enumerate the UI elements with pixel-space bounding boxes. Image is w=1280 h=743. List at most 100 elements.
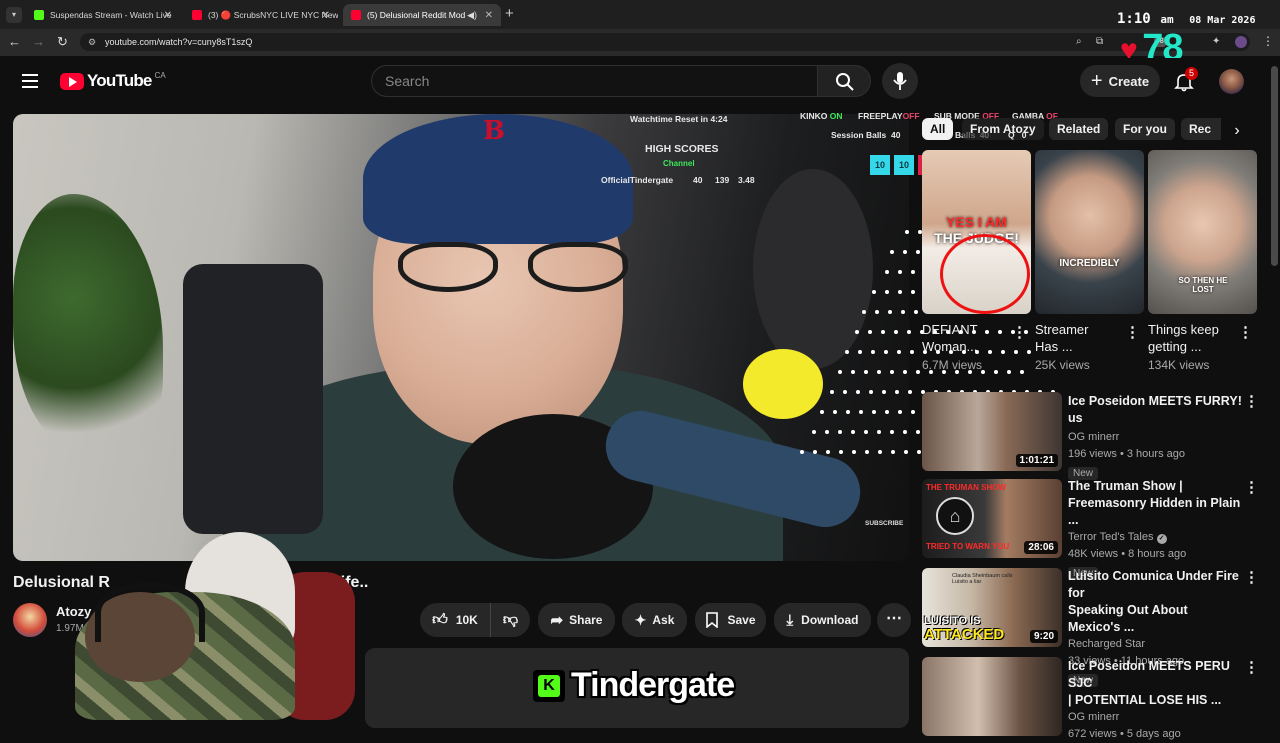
reload-icon[interactable]: ↻ — [57, 34, 68, 50]
filter-chip-all[interactable]: All — [922, 118, 954, 140]
notifications-button[interactable]: 5 — [1172, 67, 1199, 94]
decorative-dot — [897, 350, 901, 354]
related-title-line2: Speaking Out About Mexico's ... — [1068, 603, 1188, 634]
score-box: 10 — [894, 155, 914, 175]
close-tab-icon[interactable]: ✕ — [485, 10, 493, 21]
microphone-icon — [893, 72, 907, 90]
decorative-dot — [851, 370, 855, 374]
short-title[interactable]: DEFIANT Woman... 6.7M views — [922, 321, 1012, 374]
short-more-icon[interactable]: ⋮ — [1238, 325, 1253, 340]
short-thumbnail[interactable]: SO THEN HE LOST — [1148, 150, 1257, 314]
like-button[interactable]: 👍︎ 10K — [420, 603, 490, 637]
decorative-dot — [872, 290, 876, 294]
related-more-icon[interactable]: ⋮ — [1244, 394, 1259, 409]
save-button[interactable]: Save — [695, 603, 766, 637]
create-label: Create — [1108, 73, 1150, 89]
short-thumbnail[interactable]: YES I AM THE JUDGE! — [922, 150, 1031, 314]
profile-avatar-small[interactable] — [1235, 36, 1247, 48]
tab-title: Suspendas Stream - Watch Live — [50, 10, 172, 20]
decorative-dot — [825, 430, 829, 434]
short-more-icon[interactable]: ⋮ — [1125, 325, 1140, 340]
short-title[interactable]: Things keep getting ... 134K views — [1148, 321, 1238, 374]
zoom-icon[interactable]: ⌕ — [1076, 33, 1082, 51]
decorative-dot — [905, 230, 909, 234]
decorative-dot — [871, 350, 875, 354]
search-icon — [836, 73, 854, 91]
browser-tab-scrubs[interactable]: (3) 🔴 ScrubsNYC LIVE NYC New ✕ — [184, 4, 338, 26]
video-player[interactable]: B SUBSCRIBE — [13, 114, 909, 561]
forward-arrow-icon[interactable]: → — [32, 34, 45, 49]
extension-puzzle-icon[interactable]: ✦ — [1212, 33, 1220, 51]
more-actions-button[interactable]: ⋯ — [877, 603, 911, 637]
watchtime-reset: Watchtime Reset in 4:24 — [630, 114, 728, 124]
channel-avatar[interactable] — [13, 603, 47, 637]
decorative-dot — [904, 450, 908, 454]
install-icon[interactable]: ⧉ — [1096, 33, 1103, 51]
short-more-icon[interactable]: ⋮ — [1012, 325, 1027, 340]
decorative-dot — [877, 370, 881, 374]
new-tab-button[interactable]: + — [505, 5, 514, 22]
decorative-dot — [865, 450, 869, 454]
ask-button[interactable]: ✦ Ask — [622, 603, 687, 637]
decorative-dot — [895, 390, 899, 394]
back-arrow-icon[interactable]: ← — [8, 34, 21, 49]
filter-chip-related[interactable]: Related — [1049, 118, 1109, 140]
related-channel: OG minerr — [1068, 711, 1120, 723]
related-more-icon[interactable]: ⋮ — [1244, 570, 1259, 585]
related-more-icon[interactable]: ⋮ — [1244, 480, 1259, 495]
filter-chip-recent[interactable]: Rec — [1181, 118, 1221, 140]
related-video-info[interactable]: The Truman Show | Freemasonry Hidden in … — [1068, 478, 1243, 581]
bookmark-icon — [706, 612, 719, 628]
thumbs-down-icon: 👎︎ — [502, 611, 519, 628]
create-button[interactable]: + Create — [1080, 65, 1160, 97]
cap-logo: B — [483, 116, 505, 146]
share-label: Share — [569, 613, 603, 627]
high-score-value-3: 3.48 — [738, 175, 755, 185]
browser-tab-active[interactable]: (5) Delusional Reddit Mod ◀) ✕ — [343, 4, 501, 26]
youtube-logo[interactable]: YouTube CA — [60, 71, 166, 91]
decorative-dot — [875, 310, 879, 314]
chip-scroll-right-icon[interactable]: › — [1225, 118, 1249, 142]
decorative-dot — [1020, 370, 1024, 374]
decorative-dot — [864, 370, 868, 374]
close-tab-icon[interactable]: ✕ — [164, 10, 172, 21]
youtube-favicon-icon — [351, 10, 361, 20]
address-bar[interactable]: ⚙ youtube.com/watch?v=cuny8sT1szQ ⌕ ⧉ 48… — [80, 33, 1250, 51]
search-input[interactable]: Search — [371, 65, 818, 97]
browser-menu-icon[interactable]: ⋮ — [1262, 34, 1274, 48]
hamburger-menu-icon[interactable] — [22, 74, 38, 88]
share-button[interactable]: ➦ Share — [538, 603, 615, 637]
tab-list-dropdown[interactable]: ▾ — [6, 7, 22, 23]
related-thumbnail[interactable]: Claudia Sheinbaum calls Luisito a liar L… — [922, 568, 1062, 647]
decorative-dot — [864, 430, 868, 434]
duck-toy-shape — [743, 349, 823, 419]
related-more-icon[interactable]: ⋮ — [1244, 660, 1259, 675]
related-video-info[interactable]: Ice Poseidon MEETS PERU SJC | POTENTIAL … — [1068, 658, 1243, 743]
decorative-dot — [845, 350, 849, 354]
search-button[interactable] — [817, 65, 871, 97]
subscribe-watermark[interactable]: SUBSCRIBE — [865, 520, 903, 527]
dislike-button[interactable]: 👎︎ — [490, 603, 530, 637]
account-avatar[interactable] — [1219, 69, 1244, 94]
related-thumbnail[interactable] — [922, 657, 1062, 736]
related-video-info[interactable]: Ice Poseidon MEETS FURRY! us OG minerr 1… — [1068, 393, 1243, 481]
filter-chip-from-atozy[interactable]: From Atozy — [962, 118, 1044, 140]
browser-tab-kick[interactable]: Suspendas Stream - Watch Live ✕ — [26, 4, 180, 26]
site-info-icon[interactable]: ⚙ — [88, 33, 96, 51]
kick-streamer-tag: K Tindergate — [533, 666, 735, 705]
download-button[interactable]: ⤓ Download — [774, 603, 871, 637]
page-scrollbar[interactable] — [1271, 66, 1278, 266]
related-thumbnail[interactable]: THE TRUMAN SHOW ⌂ TRIED TO WARN YOU 28:0… — [922, 479, 1062, 558]
related-thumbnail[interactable]: 1:01:21 — [922, 392, 1062, 471]
decorative-dot — [858, 350, 862, 354]
sparkle-icon: ✦ — [634, 611, 647, 628]
kinko-label: KINKO ON — [800, 111, 843, 121]
audio-playing-icon[interactable]: ◀) — [467, 10, 477, 21]
filter-chip-for-you[interactable]: For you — [1115, 118, 1175, 140]
related-title-line2: Freemasonry Hidden in Plain ... — [1068, 496, 1241, 527]
decorative-dot — [882, 390, 886, 394]
short-title[interactable]: Streamer Has ... 25K views — [1035, 321, 1125, 374]
close-tab-icon[interactable]: ✕ — [322, 10, 330, 21]
short-thumbnail[interactable]: INCREDIBLY — [1035, 150, 1144, 314]
voice-search-button[interactable] — [882, 63, 918, 99]
